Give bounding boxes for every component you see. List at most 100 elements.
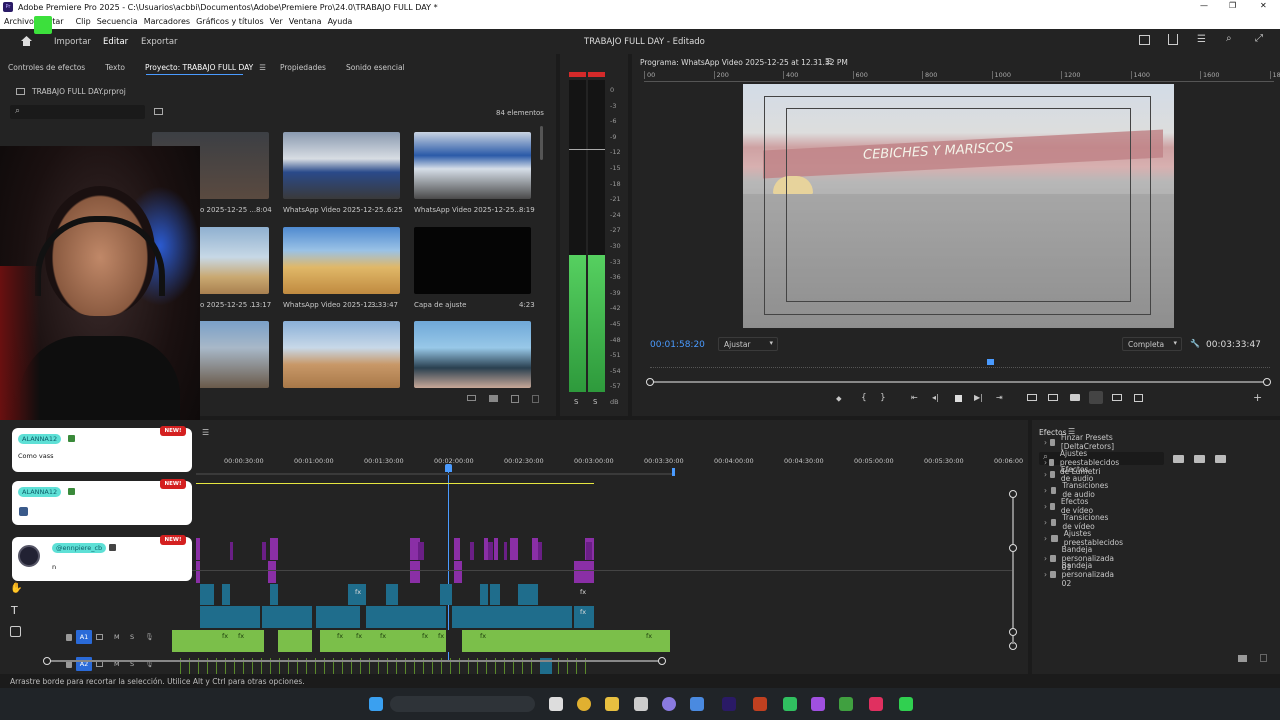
import-tab[interactable]: Importar	[54, 37, 91, 47]
menu-clip[interactable]: Clip	[76, 17, 91, 26]
clip-teal[interactable]	[222, 584, 230, 605]
list-view-icon[interactable]	[467, 395, 476, 401]
chrome-icon[interactable]	[577, 697, 591, 711]
clip-purple[interactable]	[196, 561, 200, 583]
scrub-start-handle[interactable]	[646, 378, 654, 386]
clip-purple-thin[interactable]	[538, 542, 542, 560]
clip-purple-thin[interactable]	[488, 542, 493, 560]
thumbnail-2[interactable]	[414, 132, 531, 199]
timeline-hscroll-bar[interactable]	[47, 660, 663, 662]
clip-teal[interactable]	[366, 606, 446, 628]
menu-secuencia[interactable]: Secuencia	[97, 17, 138, 26]
taskbar-search[interactable]	[390, 696, 535, 712]
menu-ayuda[interactable]: Ayuda	[328, 17, 353, 26]
mic-icon[interactable]: 🎙	[145, 633, 154, 641]
marker-icon[interactable]: ⬥	[836, 394, 842, 404]
generative-tool-icon[interactable]	[10, 626, 21, 637]
scrollbar[interactable]	[540, 126, 543, 160]
solo-button[interactable]: S	[130, 633, 134, 641]
tab-project[interactable]: Proyecto: TRABAJO FULL DAY	[145, 63, 253, 72]
clip-purple-thin[interactable]	[470, 542, 474, 560]
stop-icon[interactable]	[955, 395, 962, 402]
timeline-scroll-v-top[interactable]	[1009, 544, 1017, 552]
lock-icon[interactable]	[66, 634, 72, 641]
task-view-icon[interactable]	[549, 697, 563, 711]
chevron-right-icon[interactable]: ›	[1044, 486, 1051, 495]
chevron-right-icon[interactable]: ›	[1044, 518, 1051, 527]
mark-out-icon[interactable]: }	[880, 393, 886, 403]
menu-marcadores[interactable]: Marcadores	[144, 17, 190, 26]
clip-purple-thin[interactable]	[262, 542, 266, 560]
folder-icon[interactable]	[605, 697, 619, 711]
chevron-right-icon[interactable]: ›	[1044, 470, 1050, 479]
clip-teal[interactable]	[386, 584, 398, 605]
tab-text[interactable]: Texto	[105, 63, 125, 72]
extract-icon[interactable]	[1048, 394, 1058, 401]
menu-graficos[interactable]: Gráficos y títulos	[196, 17, 264, 26]
accelerated-effects-icon[interactable]	[1173, 455, 1184, 463]
clip-purple[interactable]	[268, 561, 276, 583]
thumbnail-7[interactable]	[283, 321, 400, 388]
premiere-task-icon[interactable]	[722, 697, 736, 711]
app-icon-6[interactable]	[811, 697, 825, 711]
app-icon-1[interactable]	[634, 697, 648, 711]
trash-icon[interactable]	[532, 395, 539, 403]
app-icon-8[interactable]	[869, 697, 883, 711]
app-icon-9[interactable]	[899, 697, 913, 711]
thumbnail-1[interactable]	[283, 132, 400, 199]
clip-purple[interactable]	[574, 561, 594, 583]
tab-effect-controls[interactable]: Controles de efectos	[8, 63, 85, 72]
audio-clip-a1[interactable]	[172, 630, 670, 652]
minimize-button[interactable]: —	[1200, 1, 1208, 10]
menu-icon[interactable]: ☰	[1197, 34, 1206, 45]
clip-purple[interactable]	[454, 538, 460, 560]
clip-teal[interactable]	[518, 584, 538, 605]
scrub-end-handle[interactable]	[1263, 378, 1271, 386]
close-button[interactable]: ✕	[1260, 1, 1267, 10]
share-icon[interactable]	[1168, 34, 1178, 45]
go-to-in-icon[interactable]: ⇤	[911, 393, 918, 402]
monitor-menu-icon[interactable]: ☰	[825, 57, 832, 66]
tab-menu-icon[interactable]: ☰	[259, 63, 266, 72]
camera-icon[interactable]	[1070, 394, 1080, 401]
menu-ventana[interactable]: Ventana	[289, 17, 322, 26]
tab-properties[interactable]: Propiedades	[280, 63, 326, 72]
chevron-right-icon[interactable]: ›	[1044, 502, 1050, 511]
tab-essential-sound[interactable]: Sonido esencial	[346, 63, 405, 72]
thumbnail-5[interactable]	[414, 227, 531, 294]
clip-teal[interactable]	[480, 584, 488, 605]
clip-purple[interactable]	[510, 538, 518, 560]
clip-teal[interactable]	[200, 584, 214, 605]
multicam-icon[interactable]	[1112, 394, 1122, 401]
trash-icon[interactable]	[1260, 654, 1267, 662]
menu-ver[interactable]: Ver	[270, 17, 283, 26]
add-button-icon[interactable]: +	[1253, 391, 1262, 404]
timeline-menu-icon[interactable]: ☰	[202, 428, 209, 437]
type-tool-icon[interactable]: T	[11, 604, 18, 617]
chevron-right-icon[interactable]: ›	[1044, 534, 1051, 543]
workspace-icon[interactable]	[1139, 35, 1150, 45]
clip-purple-thin[interactable]	[504, 542, 507, 560]
menu-archivo[interactable]: Archivo	[4, 17, 34, 26]
timeline-scroll-v-mid[interactable]	[1009, 628, 1017, 636]
hscroll-right-handle[interactable]	[658, 657, 666, 665]
clip-purple[interactable]	[196, 538, 200, 560]
chevron-right-icon[interactable]: ›	[1044, 438, 1050, 447]
clip-purple[interactable]	[494, 538, 498, 560]
app-icon-2[interactable]	[662, 697, 676, 711]
app-icon-4[interactable]	[753, 697, 767, 711]
clip-purple[interactable]	[454, 561, 462, 583]
effects-folder[interactable]: › Bandeja personalizada 02	[1044, 561, 1121, 588]
play-icon[interactable]: ▶|	[974, 393, 983, 402]
clip-teal[interactable]	[270, 584, 278, 605]
monitor-playhead[interactable]	[987, 359, 994, 365]
app-icon-7[interactable]	[839, 697, 853, 711]
home-icon[interactable]	[20, 35, 33, 47]
search-icon[interactable]: ⌕	[1226, 33, 1232, 44]
yuv-effects-icon[interactable]	[1215, 455, 1226, 463]
edit-tab[interactable]: Editar	[103, 37, 128, 47]
clip-purple-thin[interactable]	[586, 542, 592, 560]
playhead-timecode[interactable]: 00:01:58:20	[650, 340, 705, 350]
fit-dropdown[interactable]: Ajustar ▾	[718, 337, 778, 351]
fullscreen-icon[interactable]: ⤢	[1255, 33, 1263, 44]
